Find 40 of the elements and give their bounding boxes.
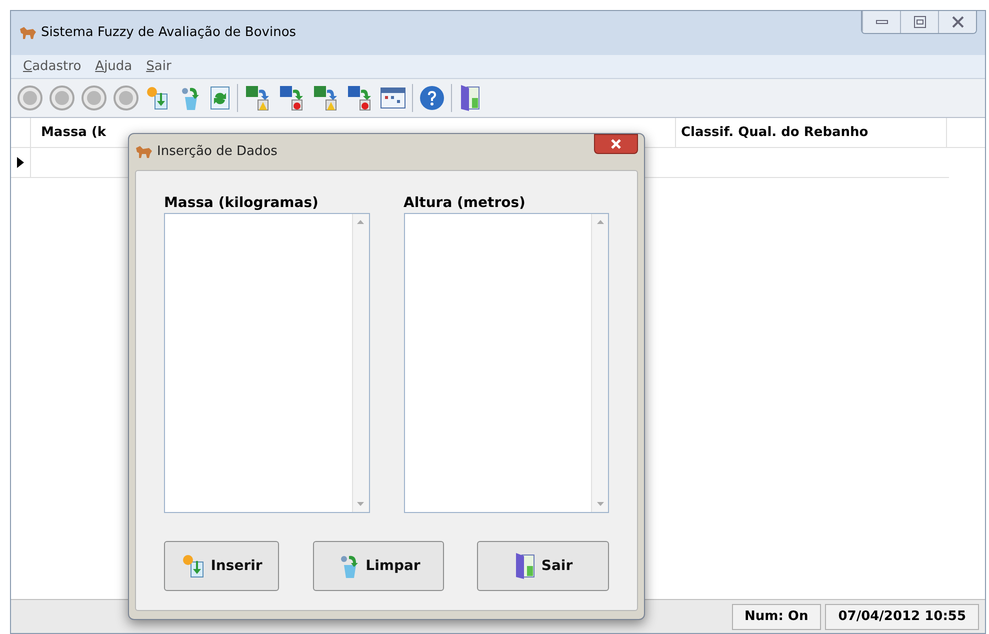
- scroll-up-icon[interactable]: [596, 220, 604, 224]
- maximize-button[interactable]: [900, 11, 938, 33]
- list-label: Massa (kilogramas): [164, 194, 320, 213]
- scrollbar[interactable]: [591, 214, 608, 512]
- help-icon[interactable]: [419, 85, 445, 111]
- close-icon: [611, 139, 621, 149]
- menu-item[interactable]: Sair: [146, 56, 172, 76]
- list-label: Altura (metros): [404, 194, 526, 213]
- current-row-icon: [17, 157, 24, 168]
- column-header: Classif. Qual. do Rebanho: [675, 118, 947, 147]
- dialog-icon: [135, 145, 153, 159]
- close-button[interactable]: [938, 11, 976, 33]
- scroll-down-icon[interactable]: [596, 502, 604, 506]
- spreadsheet-export-icon[interactable]: [312, 84, 340, 112]
- scroll-down-icon[interactable]: [357, 502, 364, 506]
- scroll-up-icon[interactable]: [357, 220, 364, 224]
- minimize-button[interactable]: [862, 11, 900, 33]
- close-icon: [952, 16, 964, 28]
- dialog-title: Inserção de Dados: [157, 143, 278, 162]
- scrollbar[interactable]: [352, 214, 368, 512]
- status-panel: 07/04/2012 10:55: [825, 604, 979, 630]
- minimize-icon: [876, 19, 888, 25]
- column-header: Massa (k: [40, 124, 108, 142]
- refresh-document-icon[interactable]: [209, 85, 231, 111]
- clear-button[interactable]: Limpar: [312, 541, 444, 591]
- export-chart-icon[interactable]: [278, 84, 306, 112]
- door-icon[interactable]: [458, 84, 482, 112]
- insert-button[interactable]: Inserir: [164, 541, 279, 591]
- menu-item[interactable]: Cadastro: [23, 56, 82, 76]
- status-panel: Num: On: [732, 604, 822, 630]
- menu-item[interactable]: Ajuda: [95, 56, 132, 76]
- exit-button[interactable]: Sair: [477, 541, 609, 591]
- door-icon: [513, 552, 538, 580]
- app-icon: [19, 26, 37, 40]
- export-chart-icon[interactable]: [346, 84, 374, 112]
- close-button[interactable]: [594, 134, 638, 154]
- spreadsheet-export-icon[interactable]: [244, 84, 272, 112]
- calendar-icon[interactable]: [380, 86, 406, 110]
- maximize-icon: [914, 16, 926, 28]
- window-title: Sistema Fuzzy de Avaliação de Bovinos: [41, 24, 296, 42]
